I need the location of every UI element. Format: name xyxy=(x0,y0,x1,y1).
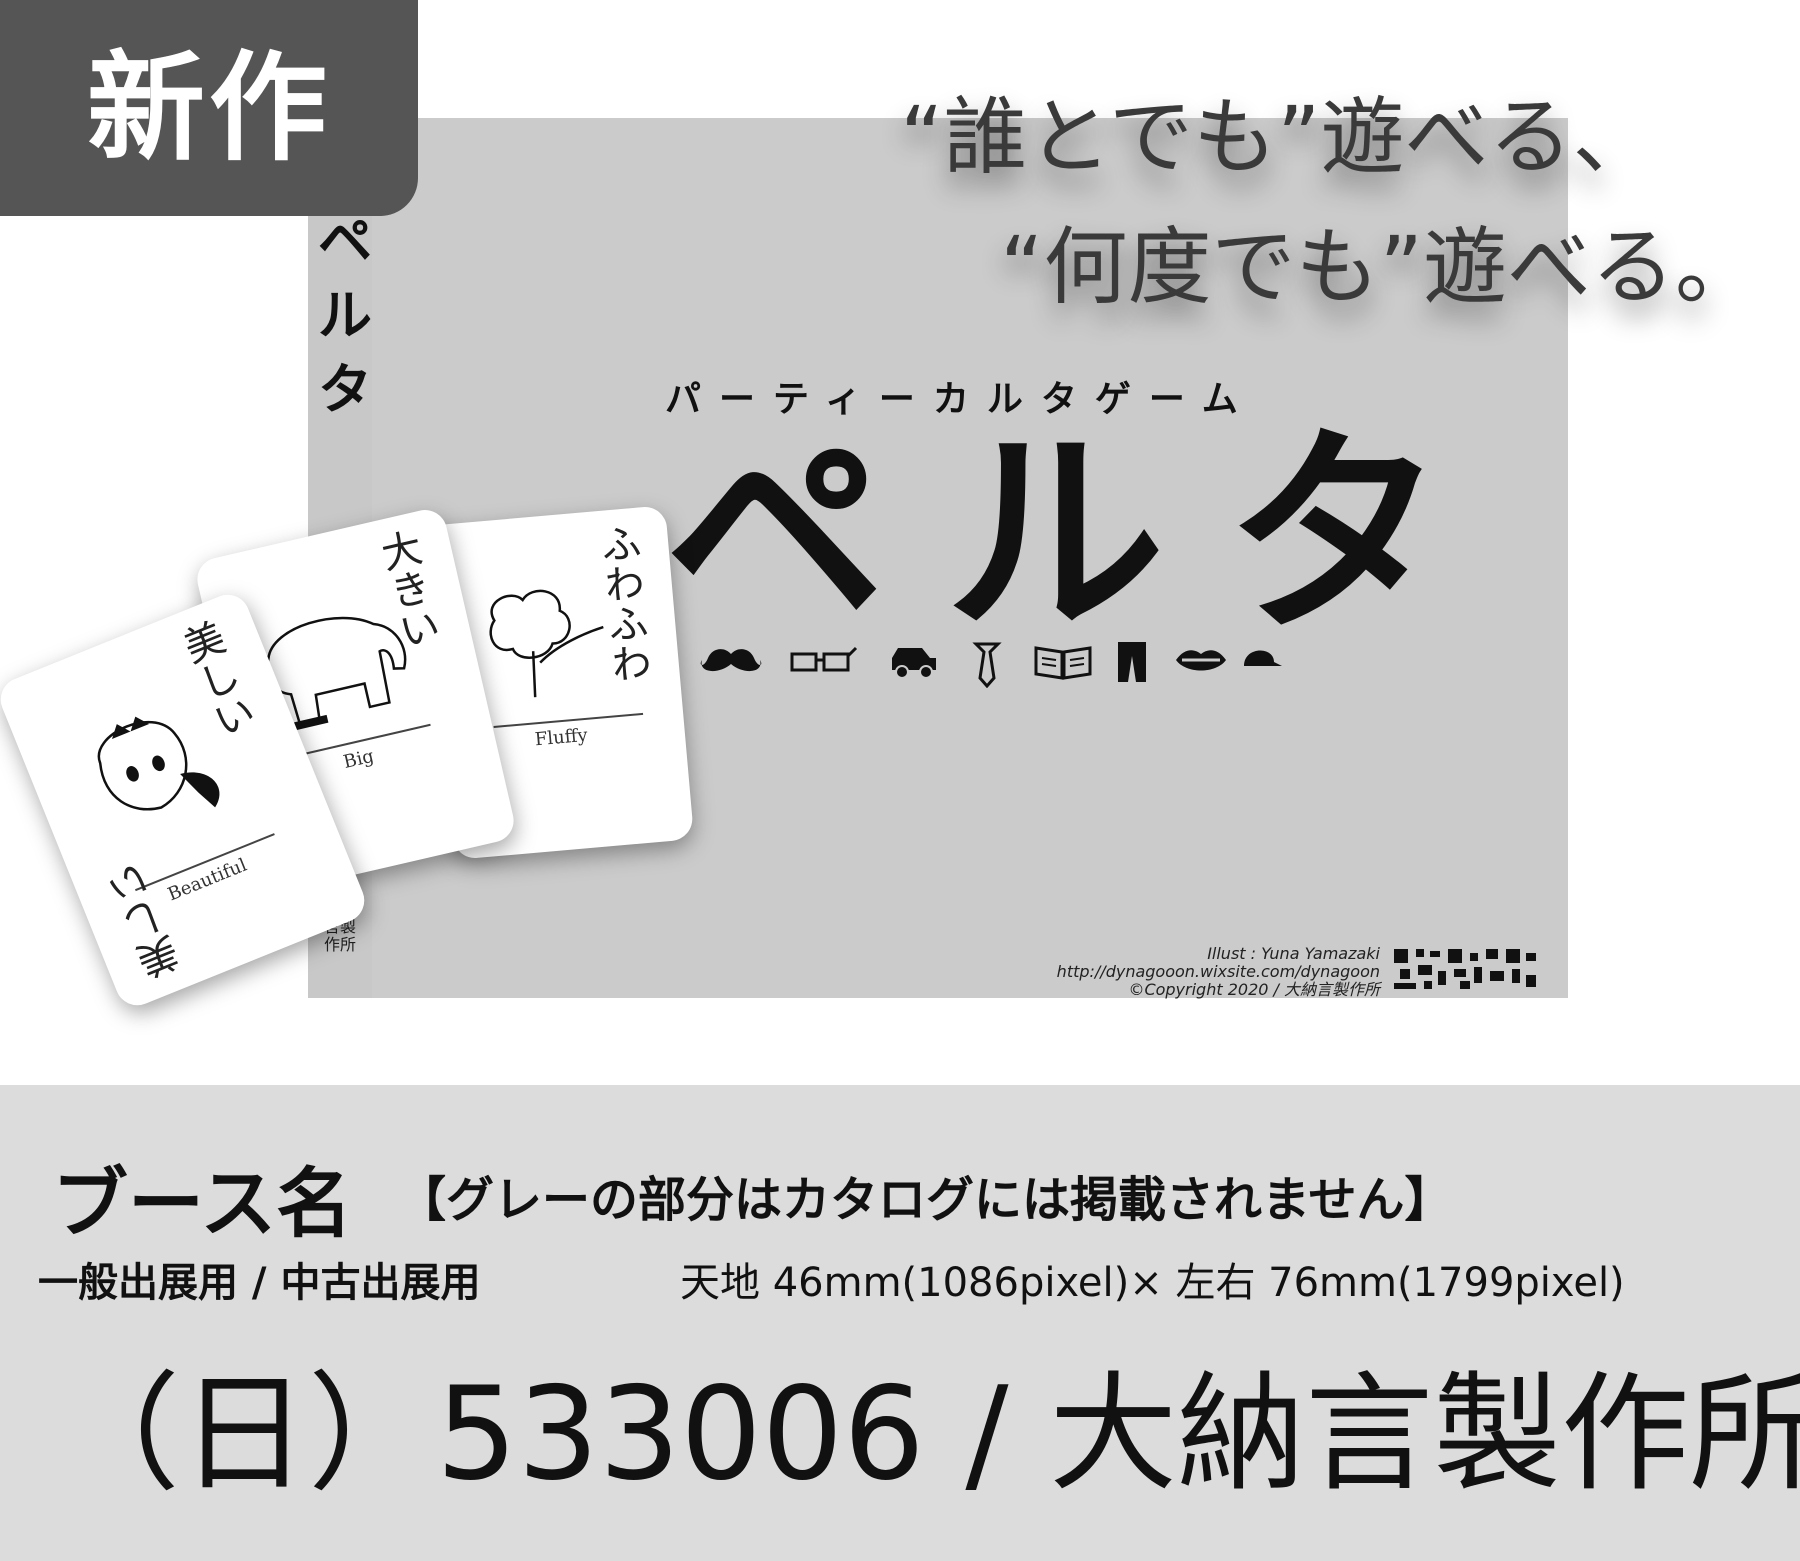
box-side-title: ペルタ xyxy=(318,210,372,421)
product-image-area: ペルタ 大納言製作所 パーティーカルタゲーム ペルタ xyxy=(0,0,1800,1085)
booth-name-label: ブース名 xyxy=(52,1159,353,1248)
car-icon xyxy=(892,648,936,679)
lips-icon xyxy=(1176,650,1226,671)
usage-label: 一般出展用 / 中古出展用 xyxy=(38,1260,481,1306)
card-english: Beautiful xyxy=(164,854,250,906)
qr-code-icon xyxy=(1390,945,1540,991)
mustache-icon xyxy=(700,649,762,672)
book-icon xyxy=(1034,646,1092,680)
box-credits: Illust : Yuna Yamazaki http://dynagooon.… xyxy=(930,945,1380,999)
credit-illust: Illust : Yuna Yamazaki xyxy=(1207,944,1380,963)
booth-note: 【グレーの部分はカタログには掲載されません】 xyxy=(398,1172,1453,1228)
pants-icon xyxy=(1118,642,1146,682)
glasses-icon xyxy=(790,646,858,672)
card-english: Big xyxy=(341,745,376,773)
credit-copyright: ©Copyright 2020 / 大納言製作所 xyxy=(1128,980,1380,999)
icon-row xyxy=(700,640,1282,690)
card-english: Fluffy xyxy=(533,724,589,751)
box-title: ペルタ xyxy=(665,407,1506,663)
circle-id-name: （日）533006 / 大納言製作所 xyxy=(52,1360,1800,1509)
credit-url: http://dynagooon.wixsite.com/dynagoon xyxy=(1056,962,1380,981)
cap-icon xyxy=(1244,650,1282,666)
new-badge: 新作 xyxy=(0,0,418,216)
slogan-line-2: “何度でも”遊べる。 xyxy=(1000,218,1760,316)
necktie-icon xyxy=(972,642,1002,688)
size-spec: 天地 46mm(1086pixel)× 左右 76mm(1799pixel) xyxy=(680,1260,1625,1306)
slogan-line-1: “誰とでも”遊べる、 xyxy=(900,88,1657,186)
